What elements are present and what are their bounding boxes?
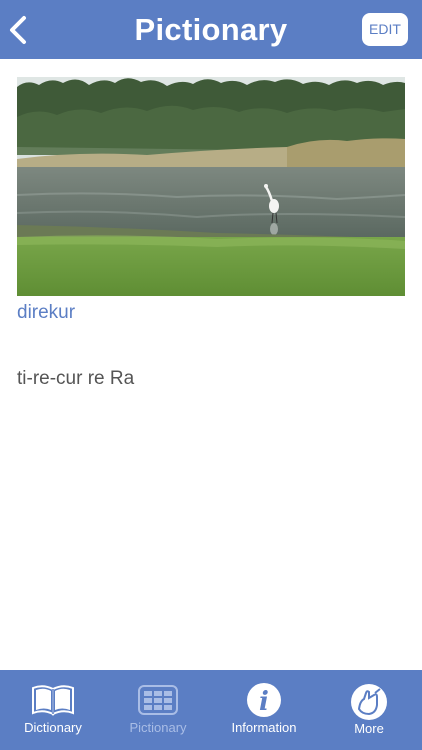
pictionary-screen: Pictionary EDIT direkur ti-re-cur re Ra … — [0, 0, 422, 750]
tab-more[interactable]: More — [329, 670, 409, 750]
pronunciation-text: ti-re-cur re Ra — [17, 368, 135, 389]
word-link[interactable]: direkur — [17, 302, 75, 324]
edit-button[interactable]: EDIT — [362, 13, 408, 46]
tab-information-label: Information — [231, 720, 297, 735]
info-icon: i — [247, 683, 281, 717]
tab-pictionary[interactable]: Pictionary — [118, 670, 198, 750]
wetland-egret-photo — [17, 77, 405, 296]
tab-more-label: More — [354, 721, 384, 736]
svg-text:i: i — [259, 687, 269, 717]
page-title: Pictionary — [134, 12, 288, 47]
more-icon — [351, 684, 387, 720]
tab-bar: Dictionary Pictionary i Information More — [0, 670, 422, 750]
grid-icon — [138, 685, 178, 715]
tab-information[interactable]: i Information — [224, 670, 304, 750]
navigation-bar: Pictionary EDIT — [0, 0, 422, 59]
tab-dictionary-label: Dictionary — [24, 720, 82, 735]
tab-dictionary[interactable]: Dictionary — [13, 670, 93, 750]
open-book-icon — [32, 685, 74, 716]
tab-pictionary-label: Pictionary — [129, 720, 187, 735]
